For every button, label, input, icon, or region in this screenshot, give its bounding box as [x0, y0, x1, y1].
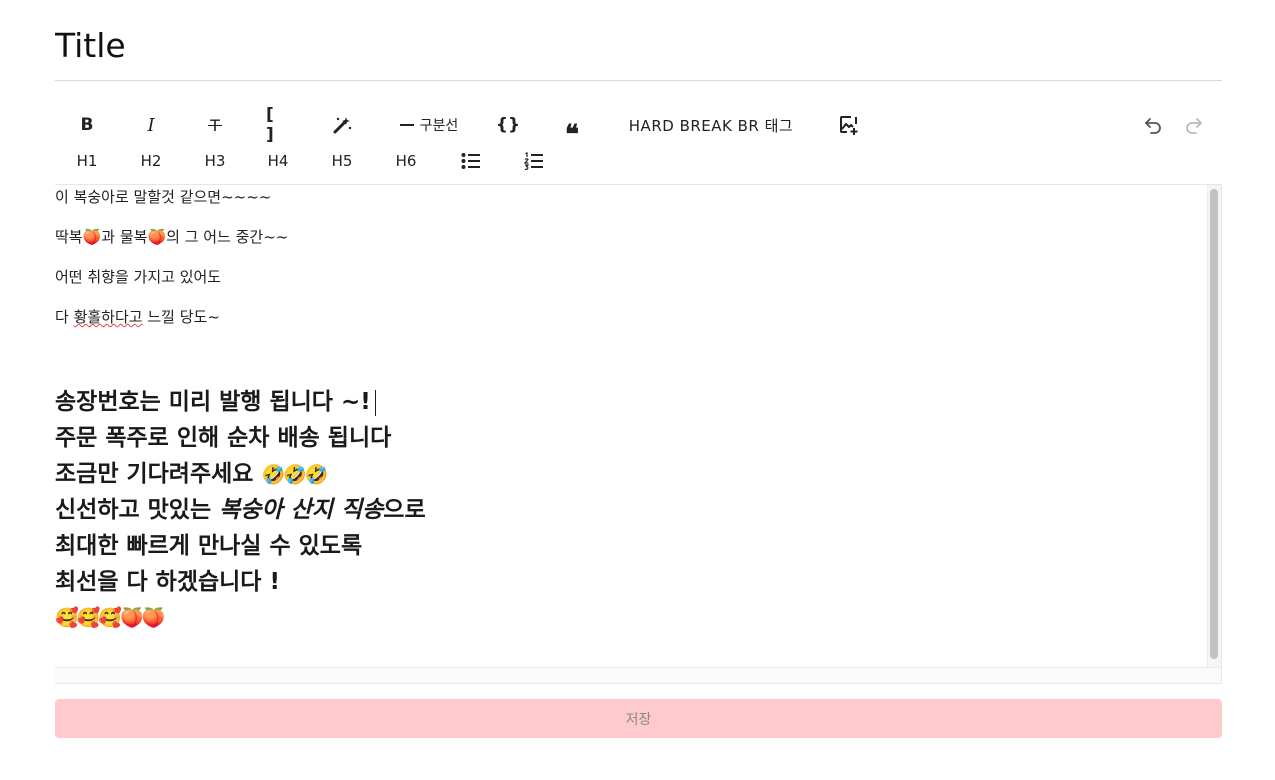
emoji-line: 🥰🥰🥰🍑🍑	[55, 607, 165, 629]
bold-line-text: 신선하고 맛있는	[55, 497, 220, 523]
text-caret	[374, 389, 376, 416]
image-add-icon	[840, 116, 858, 135]
bold-line: 신선하고 맛있는 복숭아 산지 직송으로	[55, 492, 426, 528]
redo-icon	[1186, 118, 1202, 134]
editor-content[interactable]: 이 복숭아로 말할것 같으면~~~~ 딱복🍑과 물복🍑의 그 어느 중간~~ 어…	[55, 184, 1222, 684]
paragraph: 이 복숭아로 말할것 같으면~~~~	[55, 188, 272, 206]
heading-4-button[interactable]: H4	[265, 148, 291, 174]
blockquote-button[interactable]: ❝	[561, 112, 583, 148]
dash-icon	[399, 124, 414, 126]
brackets-button[interactable]: [ ]	[266, 105, 292, 145]
heading-2-button[interactable]: H2	[138, 148, 164, 174]
paragraph-text: 느낄 당도~	[142, 308, 220, 326]
bold-line: 최대한 빠르게 만나실 수 있도록	[55, 533, 363, 559]
paragraph: 어떤 취향을 가지고 있어도	[55, 268, 222, 286]
bold-paragraph: 송장번호는 미리 발행 됩니다 ~! 주문 폭주로 인해 순차 배송 됩니다 조…	[55, 384, 426, 636]
save-button[interactable]: 저장	[55, 699, 1222, 738]
code-block-button[interactable]: {}	[496, 112, 520, 138]
strikethrough-button[interactable]: T	[205, 112, 225, 138]
hard-break-button[interactable]: HARD BREAK BR 태그	[620, 112, 802, 138]
redo-button[interactable]	[1183, 112, 1205, 138]
bold-line-text: 으로	[383, 497, 426, 523]
paragraph: 딱복🍑과 물복🍑의 그 어느 중간~~	[55, 228, 289, 246]
title-input[interactable]	[55, 22, 1222, 68]
bold-button[interactable]: B	[78, 112, 96, 138]
bold-line: 최선을 다 하겠습니다 !	[55, 569, 280, 595]
horizontal-scrollbar[interactable]	[55, 667, 1221, 683]
undo-button[interactable]	[1142, 112, 1164, 138]
clear-format-button[interactable]	[331, 112, 353, 138]
heading-5-button[interactable]: H5	[329, 148, 355, 174]
undo-icon	[1145, 118, 1161, 134]
paragraph: 다 황홀하다고 느낄 당도~	[55, 306, 220, 327]
horizontal-rule-label: 구분선	[419, 118, 459, 134]
bold-line-text: 조금만 기다려주세요	[55, 461, 262, 487]
magic-wand-icon	[333, 117, 352, 134]
ordered-list-button[interactable]	[523, 148, 545, 174]
bullet-list-button[interactable]	[460, 148, 482, 174]
heading-6-button[interactable]: H6	[393, 148, 419, 174]
title-divider	[55, 80, 1222, 81]
insert-image-button[interactable]	[838, 112, 860, 138]
italic-text: 복숭아 산지 직송	[219, 497, 384, 523]
horizontal-rule-button[interactable]: 구분선	[395, 112, 463, 138]
ordered-list-icon	[524, 152, 543, 170]
bold-line: 송장번호는 미리 발행 됩니다 ~!	[55, 384, 426, 420]
bold-line-text: 송장번호는 미리 발행 됩니다 ~!	[55, 389, 371, 415]
emoji-group: 🤣🤣🤣	[261, 464, 328, 486]
scrollbar-thumb[interactable]	[1210, 189, 1218, 659]
vertical-scrollbar[interactable]	[1207, 185, 1221, 683]
misspelled-word: 황홀하다고	[73, 308, 143, 326]
italic-button[interactable]: I	[143, 112, 159, 138]
paragraph-text: 다	[55, 308, 74, 326]
heading-3-button[interactable]: H3	[202, 148, 228, 174]
bold-line: 조금만 기다려주세요 🤣🤣🤣	[55, 456, 426, 492]
heading-1-button[interactable]: H1	[74, 148, 100, 174]
bold-line: 주문 폭주로 인해 순차 배송 됩니다	[55, 425, 392, 451]
bullet-list-icon	[461, 153, 480, 169]
